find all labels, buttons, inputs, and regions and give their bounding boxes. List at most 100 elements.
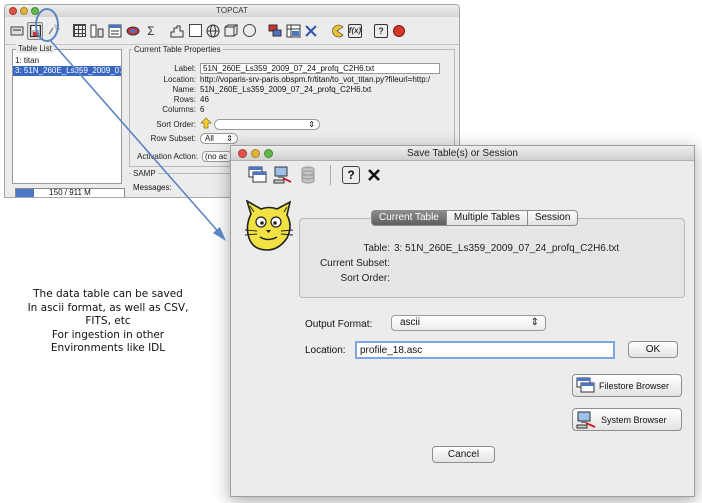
concatenate-button[interactable] <box>267 22 283 40</box>
broadcast-icon[interactable] <box>45 22 61 40</box>
windows-stack-icon <box>576 377 595 393</box>
columns-icon <box>90 24 104 37</box>
system-browser-tool[interactable] <box>272 164 294 186</box>
activate-button[interactable] <box>329 22 345 40</box>
match-button[interactable] <box>285 22 301 40</box>
pacman-icon <box>332 24 344 37</box>
memory-bar: 150 / 911 M <box>15 188 125 197</box>
system-browser-label: System Browser <box>601 414 667 425</box>
help-button[interactable]: ? <box>373 22 389 40</box>
location-input[interactable] <box>355 341 615 359</box>
rows-label: Rows: <box>173 95 196 104</box>
cube-plot-button[interactable] <box>223 22 239 40</box>
filestore-browser-label: Filestore Browser <box>599 380 670 391</box>
save-dialog: Save Table(s) or Session ? Table: 3: 51N… <box>230 145 695 497</box>
sky-plot-icon <box>206 24 220 37</box>
parameters-button[interactable] <box>107 22 123 40</box>
histogram-icon <box>170 25 184 37</box>
table-list[interactable]: 1: titan 3: 51N_260E_Ls359_2009_07_24_pr… <box>12 49 122 184</box>
system-browser-button[interactable]: System Browser <box>572 408 682 431</box>
location-label: Location: <box>163 75 196 84</box>
parameters-icon <box>108 24 122 37</box>
table-list-item-selected[interactable]: 3: 51N_260E_Ls359_2009_07_24_profq_C2H6.… <box>13 66 121 76</box>
sort-order-select[interactable]: ⇕ <box>214 118 320 130</box>
tab-current-table[interactable]: Current Table <box>371 210 447 226</box>
name-label: Name: <box>172 85 196 94</box>
concatenate-icon <box>268 24 281 36</box>
dialog-close-tool[interactable] <box>363 164 385 186</box>
filestore-browser-tool[interactable] <box>247 164 269 186</box>
dialog-close-button[interactable] <box>238 149 247 158</box>
current-table-panel: Table: 3: 51N_260E_Ls359_2009_07_24_prof… <box>299 218 685 298</box>
save-table-button[interactable] <box>27 21 43 40</box>
annotation-caption: The data table can be saved In ascii for… <box>8 288 208 356</box>
dialog-minimize-button[interactable] <box>251 149 260 158</box>
table-data-button[interactable] <box>71 22 87 40</box>
main-title-bar: TOPCAT <box>5 5 459 17</box>
columns-button[interactable] <box>89 22 105 40</box>
table-list-label: Table List <box>16 44 54 53</box>
sphere-plot-button[interactable] <box>241 22 257 40</box>
cancel-button[interactable]: Cancel <box>432 446 495 463</box>
plane-plot-button[interactable] <box>187 22 203 40</box>
histogram-button[interactable] <box>169 22 185 40</box>
activation-action-label: Activation Action: <box>137 152 198 161</box>
close-window-button[interactable] <box>9 7 17 15</box>
dialog-title-bar: Save Table(s) or Session <box>231 146 694 161</box>
main-toolbar: Σ f(x) ? <box>5 17 459 45</box>
output-format-label: Output Format: <box>305 319 373 330</box>
output-format-select[interactable]: ascii ⇕ <box>391 315 546 331</box>
dialog-zoom-button[interactable] <box>264 149 273 158</box>
statistics-button[interactable]: Σ <box>143 22 159 40</box>
topcat-cat-logo <box>243 199 295 254</box>
minimize-window-button[interactable] <box>20 7 28 15</box>
dialog-toolbar: ? <box>231 161 694 189</box>
table-list-panel: 1: titan 3: 51N_260E_Ls359_2009_07_24_pr… <box>12 44 122 184</box>
location-label: Location: <box>305 345 346 356</box>
samp-label: SAMP <box>131 169 158 178</box>
cross-match-icon <box>305 24 317 37</box>
combo-arrows-icon: ⇕ <box>530 317 539 328</box>
stop-button[interactable] <box>391 22 407 40</box>
samp-messages-label: Messages: <box>133 183 172 192</box>
sort-direction-icon[interactable] <box>200 117 214 131</box>
row-subset-select[interactable]: All ⇕ <box>200 133 238 144</box>
sky-plot-button[interactable] <box>205 22 221 40</box>
subsets-icon <box>126 26 140 35</box>
grid-icon <box>72 24 86 37</box>
subsets-button[interactable] <box>125 22 141 40</box>
name-value: 51N_260E_Ls359_2009_07_24_profq_C2H6.txt <box>200 85 372 94</box>
label-field[interactable]: 51N_260E_Ls359_2009_07_24_profq_C2H6.txt <box>200 63 440 74</box>
caption-line: In ascii format, as well as CSV, <box>27 301 189 314</box>
output-format-value: ascii <box>400 317 421 328</box>
combo-arrows-icon: ⇕ <box>226 134 233 143</box>
memory-bar-fill <box>16 189 34 197</box>
table-value: 3: 51N_260E_Ls359_2009_07_24_profq_C2H6.… <box>394 243 620 254</box>
load-table-button[interactable] <box>9 22 25 40</box>
tab-multiple-tables[interactable]: Multiple Tables <box>446 210 528 226</box>
zoom-window-button[interactable] <box>31 7 39 15</box>
help-icon: ? <box>347 168 355 182</box>
sphere-plot-icon <box>242 24 256 37</box>
tab-session[interactable]: Session <box>527 210 579 226</box>
filestore-browser-button[interactable]: Filestore Browser <box>572 374 682 397</box>
cross-match-button[interactable] <box>303 22 319 40</box>
row-subset-label: Row Subset: <box>150 134 196 143</box>
dialog-title: Save Table(s) or Session <box>407 148 518 159</box>
sort-order-label: Sort Order: <box>156 119 196 129</box>
ok-button[interactable]: OK <box>628 341 678 358</box>
dialog-help-button[interactable]: ? <box>342 166 360 184</box>
caption-line: The data table can be saved <box>33 288 183 300</box>
table-label: Table: <box>363 243 390 254</box>
activation-action-button[interactable]: (no ac <box>202 151 232 162</box>
function-button[interactable]: f(x) <box>347 22 363 40</box>
current-subset-label: Current Subset: <box>319 258 390 269</box>
table-list-item[interactable]: 1: titan <box>13 56 121 66</box>
cube-plot-icon <box>224 24 238 36</box>
load-table-icon <box>10 26 24 35</box>
caption-line: For ingestion in other <box>51 328 165 341</box>
database-tool[interactable] <box>297 164 319 186</box>
location-value: http://voparis-srv-paris.obspm.fr/titan/… <box>200 75 431 84</box>
memory-text: 150 / 911 M <box>49 188 91 197</box>
caption-line: FITS, etc <box>85 315 131 328</box>
